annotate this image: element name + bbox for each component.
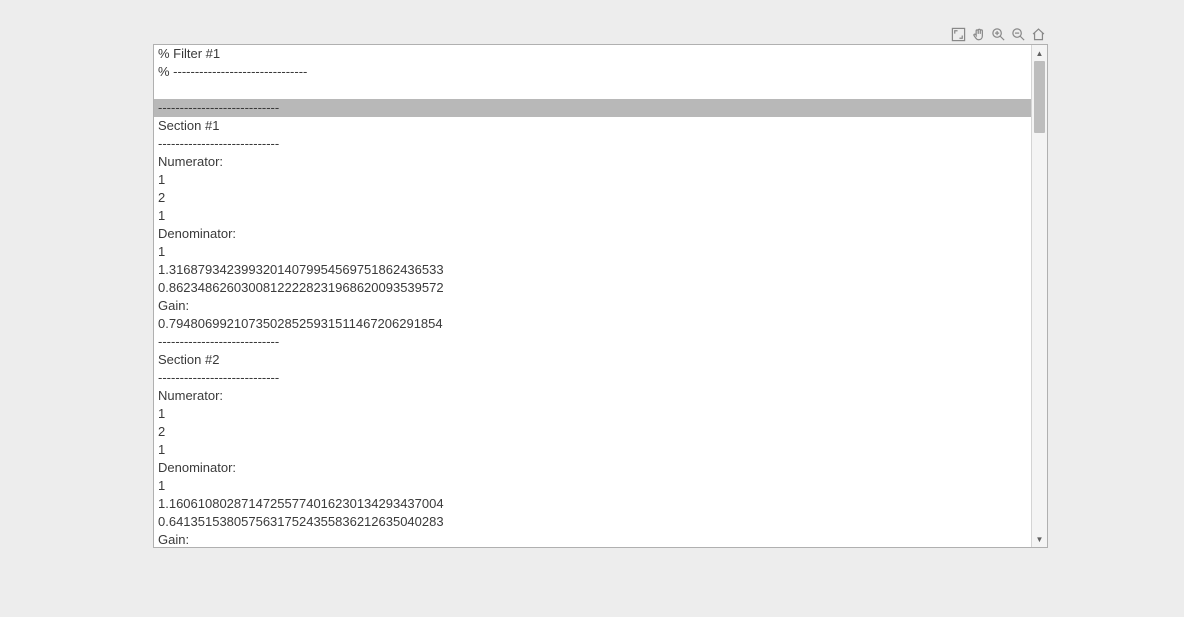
text-line: Gain: (154, 297, 1031, 315)
toolbar (950, 26, 1046, 42)
text-line: ---------------------------- (154, 135, 1031, 153)
text-line: 0.79480699210735028525931511467206291854 (154, 315, 1031, 333)
text-line (154, 81, 1031, 99)
text-line: 1 (154, 171, 1031, 189)
text-line: 2 (154, 423, 1031, 441)
text-line: 1.16061080287147255774016230134293437004 (154, 495, 1031, 513)
home-icon[interactable] (1030, 26, 1046, 42)
text-line: 0.86234862603008122228231968620093539572 (154, 279, 1031, 297)
expand-icon[interactable] (950, 26, 966, 42)
text-line: 1 (154, 243, 1031, 261)
text-line: ---------------------------- (154, 99, 1031, 117)
text-line: Numerator: (154, 153, 1031, 171)
text-line: 1 (154, 207, 1031, 225)
text-area[interactable]: % Filter #1% ---------------------------… (154, 45, 1031, 547)
text-line: Section #1 (154, 117, 1031, 135)
scroll-up-arrow[interactable]: ▲ (1032, 45, 1047, 61)
text-line: Gain: (154, 531, 1031, 547)
text-line: 1 (154, 405, 1031, 423)
text-line: ---------------------------- (154, 333, 1031, 351)
text-line: % ------------------------------- (154, 63, 1031, 81)
text-line: Denominator: (154, 225, 1031, 243)
text-line: Section #2 (154, 351, 1031, 369)
text-line: 1 (154, 441, 1031, 459)
text-line: 0.64135153805756317524355836212635040283 (154, 513, 1031, 531)
content-panel: % Filter #1% ---------------------------… (153, 44, 1048, 548)
scroll-thumb[interactable] (1034, 61, 1045, 133)
scrollbar[interactable]: ▲ ▼ (1031, 45, 1047, 547)
pan-icon[interactable] (970, 26, 986, 42)
text-line: Denominator: (154, 459, 1031, 477)
scroll-down-arrow[interactable]: ▼ (1032, 531, 1047, 547)
text-line: 1 (154, 477, 1031, 495)
text-line: ---------------------------- (154, 369, 1031, 387)
text-line: Numerator: (154, 387, 1031, 405)
zoom-out-icon[interactable] (1010, 26, 1026, 42)
text-line: % Filter #1 (154, 45, 1031, 63)
text-line: 1.31687934239932014079954569751862436533 (154, 261, 1031, 279)
text-line: 2 (154, 189, 1031, 207)
scroll-track[interactable] (1032, 61, 1047, 531)
zoom-in-icon[interactable] (990, 26, 1006, 42)
